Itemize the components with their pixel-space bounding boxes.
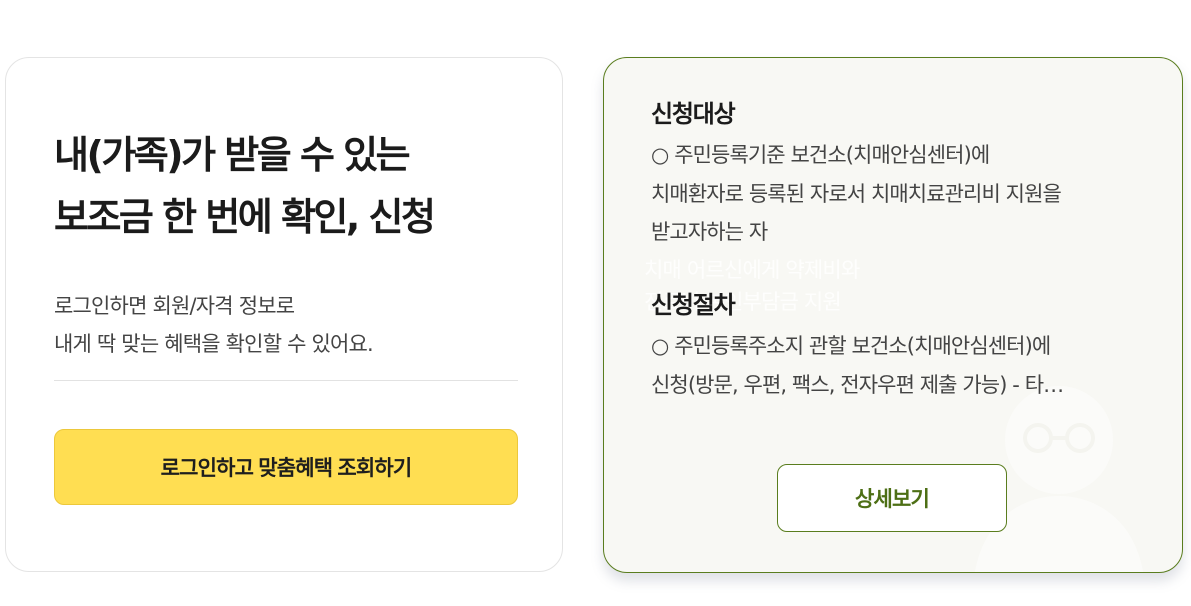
- eligibility-line-3: 받고자하는 자: [651, 220, 768, 244]
- view-details-button[interactable]: 상세보기: [777, 464, 1007, 532]
- eligibility-line-1: ○ 주민등록기준 보건소(치매안심센터)에: [651, 143, 990, 167]
- headline-line-1: 내(가족)가 받을 수 있는: [54, 133, 411, 177]
- eligibility-title: 신청대상: [651, 100, 736, 128]
- eligibility-line-2: 치매환자로 등록된 자로서 치매치료관리비 지원을: [651, 181, 1062, 206]
- procedure-title: 신청절차: [651, 291, 736, 319]
- procedure-section: 신청절차 ○ 주민등록주소지 관할 보건소(치매안심센터)에 신청(방문, 우편…: [651, 289, 1151, 404]
- promo-headline: 내(가족)가 받을 수 있는 보조금 한 번에 확인, 신청: [54, 124, 436, 248]
- login-promo-card: 내(가족)가 받을 수 있는 보조금 한 번에 확인, 신청 로그인하면 회원/…: [5, 57, 563, 572]
- eligibility-text: ○ 주민등록기준 보건소(치매안심센터)에 치매환자로 등록된 자로서 치매치료…: [651, 136, 1151, 252]
- login-benefit-button[interactable]: 로그인하고 맞춤혜택 조회하기: [54, 429, 518, 505]
- procedure-line-2: 신청(방문, 우편, 팩스, 전자우편 제출 가능) - 타…: [651, 372, 1064, 397]
- promo-description: 로그인하면 회원/자격 정보로 내게 딱 맞는 혜택을 확인할 수 있어요.: [54, 287, 374, 363]
- description-line-2: 내게 딱 맞는 혜택을 확인할 수 있어요.: [54, 332, 374, 356]
- ghost-line-1: 치매 어르신에게 약제비와: [644, 258, 860, 282]
- divider: [54, 380, 518, 381]
- procedure-text: ○ 주민등록주소지 관할 보건소(치매안심센터)에 신청(방문, 우편, 팩스,…: [651, 327, 1151, 404]
- procedure-line-1: ○ 주민등록주소지 관할 보건소(치매안심센터)에: [651, 334, 1051, 358]
- eligibility-section: 신청대상 ○ 주민등록기준 보건소(치매안심센터)에 치매환자로 등록된 자로서…: [651, 98, 1151, 252]
- headline-line-2: 보조금 한 번에 확인, 신청: [54, 195, 436, 239]
- benefit-detail-card[interactable]: 치매 어르신에게 약제비와 진료비 본인부담금 지원 신청대상 ○ 주민등록기준…: [603, 57, 1183, 573]
- description-line-1: 로그인하면 회원/자격 정보로: [54, 294, 295, 318]
